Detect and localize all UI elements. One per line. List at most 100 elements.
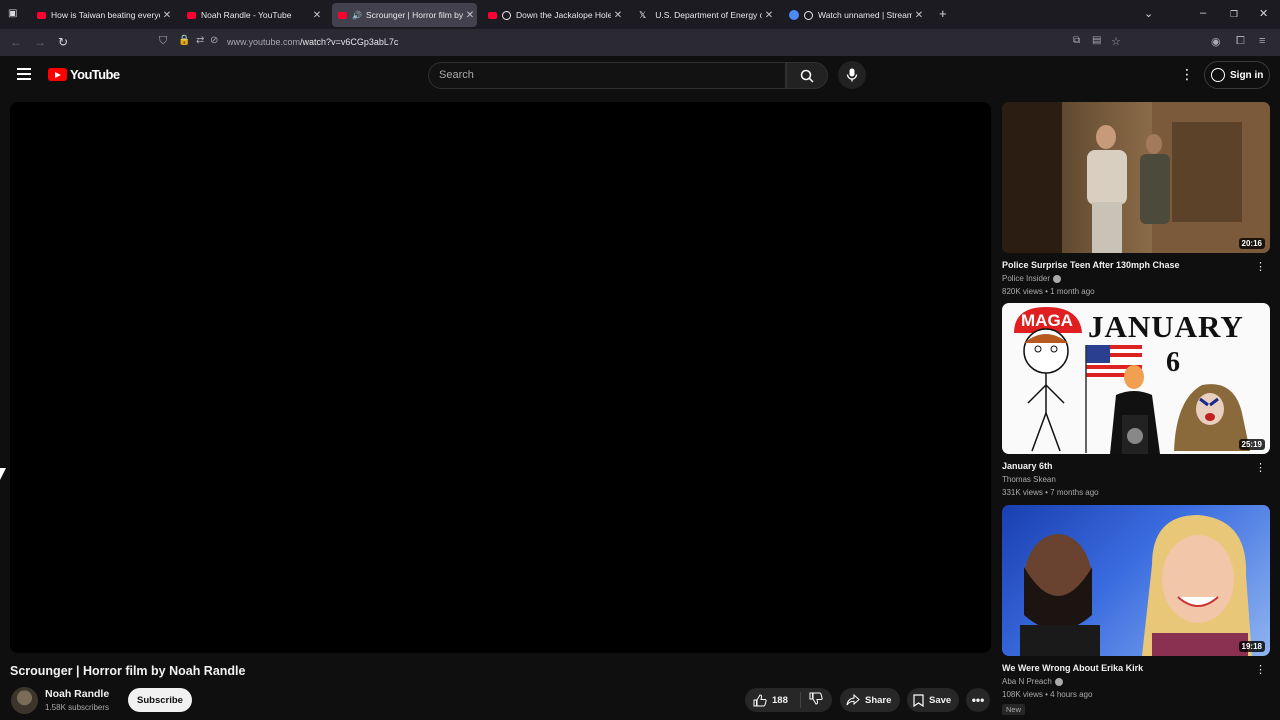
- browser-tab-4[interactable]: Down the Jackalope Hole | ✕: [482, 3, 625, 27]
- like-button[interactable]: 188: [745, 692, 801, 708]
- recommendation-item[interactable]: MAGA JANUARY 6 25:19 January 6th ⋮ Thoma…: [1002, 303, 1270, 497]
- browser-nav-bar: ← → ↻ ⛉ 🔒 ⇄ ⊘ www.youtube.com/watch?v=v6…: [0, 29, 1280, 56]
- rec-menu-kebab-icon[interactable]: ⋮: [1255, 461, 1266, 474]
- lock-icon[interactable]: 🔒: [178, 35, 190, 46]
- settings-kebab-icon[interactable]: ⋮: [1180, 66, 1194, 83]
- url-host: www.youtube.com: [227, 37, 301, 47]
- close-icon[interactable]: ✕: [762, 10, 776, 21]
- video-player[interactable]: [10, 102, 991, 653]
- tab-title: Down the Jackalope Hole |: [516, 10, 611, 20]
- close-icon[interactable]: ✕: [310, 10, 324, 21]
- user-circle-icon: [1211, 68, 1225, 82]
- youtube-icon: [488, 11, 497, 19]
- thumbnail-number: 6: [1166, 347, 1180, 378]
- browser-tab-1[interactable]: How is Taiwan beating everyone ✕: [31, 3, 174, 27]
- sign-in-button[interactable]: Sign in: [1204, 61, 1270, 89]
- recommendation-channel[interactable]: Aba N Preach: [1002, 677, 1052, 686]
- youtube-logo[interactable]: YouTube: [48, 67, 120, 82]
- video-title: Scrounger | Horror film by Noah Randle: [10, 664, 246, 678]
- recommendation-item[interactable]: 20:16 Police Surprise Teen After 130mph …: [1002, 102, 1270, 296]
- rec-menu-kebab-icon[interactable]: ⋮: [1255, 663, 1266, 676]
- permissions-icon[interactable]: ⇄: [196, 35, 204, 46]
- video-thumbnail[interactable]: 19:18: [1002, 505, 1270, 656]
- more-actions-button[interactable]: •••: [966, 688, 990, 712]
- new-badge: New: [1002, 704, 1026, 715]
- close-icon[interactable]: ✕: [463, 10, 477, 21]
- browser-tab-strip: ▣ How is Taiwan beating everyone ✕ Noah …: [0, 0, 1280, 29]
- channel-avatar[interactable]: [11, 687, 38, 714]
- no-tracking-icon[interactable]: ⊘: [210, 35, 218, 46]
- youtube-icon: [338, 11, 347, 19]
- speaker-icon[interactable]: 🔊: [352, 11, 362, 20]
- thumbnail-text: MAGA: [1021, 311, 1073, 330]
- search-button[interactable]: [786, 62, 828, 89]
- forward-icon[interactable]: →: [34, 35, 46, 49]
- sign-in-label: Sign in: [1230, 69, 1264, 81]
- recommendation-meta: 820K views • 1 month ago: [1002, 287, 1095, 296]
- menu-icon[interactable]: ≡: [1259, 35, 1265, 47]
- close-icon[interactable]: ✕: [611, 10, 625, 21]
- minimize-icon[interactable]: –: [1200, 7, 1206, 19]
- recommendation-item[interactable]: 19:18 We Were Wrong About Erika Kirk ⋮ A…: [1002, 505, 1270, 717]
- search-icon: [800, 69, 814, 83]
- chevron-down-icon[interactable]: ⌄: [1144, 7, 1153, 20]
- tab-list-icon[interactable]: ▣: [8, 8, 17, 19]
- browser-tab-5[interactable]: 𝕏 U.S. Department of Energy on X ✕: [633, 3, 776, 27]
- video-thumbnail[interactable]: MAGA JANUARY 6 25:19: [1002, 303, 1270, 454]
- bookmark-star-icon[interactable]: ☆: [1111, 35, 1121, 48]
- tab-title: Scrounger | Horror film by N: [365, 10, 463, 20]
- browser-tab-3-active[interactable]: 🔊 Scrounger | Horror film by N ✕: [332, 3, 477, 27]
- reload-icon[interactable]: ↻: [58, 35, 68, 49]
- channel-name[interactable]: Noah Randle: [45, 688, 109, 700]
- close-icon[interactable]: ✕: [912, 10, 926, 21]
- video-thumbnail[interactable]: 20:16: [1002, 102, 1270, 253]
- account-icon[interactable]: ◉: [1211, 35, 1221, 48]
- verified-icon: [1053, 274, 1062, 283]
- new-tab-icon[interactable]: +: [939, 6, 947, 21]
- tab-title: Watch unnamed | Streamab: [818, 10, 912, 20]
- share-icon: [846, 694, 860, 706]
- logo-text: YouTube: [70, 67, 120, 82]
- tab-title: Noah Randle - YouTube: [201, 10, 292, 20]
- browser-tab-2[interactable]: Noah Randle - YouTube ✕: [181, 3, 324, 27]
- voice-search-button[interactable]: [838, 61, 866, 89]
- save-label: Save: [929, 694, 952, 706]
- url-path: /watch?v=v6CGp3abL7c: [300, 37, 399, 47]
- youtube-header: YouTube Search ⋮ Sign in: [0, 56, 1280, 98]
- recommendation-title[interactable]: We Were Wrong About Erika Kirk: [1002, 663, 1270, 673]
- duration-badge: 20:16: [1238, 238, 1265, 249]
- thumbs-down-icon: [809, 692, 823, 705]
- picture-in-picture-icon[interactable]: ⧉: [1073, 35, 1080, 46]
- duration-badge: 25:19: [1238, 439, 1265, 450]
- dislike-button[interactable]: [801, 692, 828, 708]
- recommendation-meta: 108K views • 4 hours ago: [1002, 690, 1093, 699]
- url-bar[interactable]: www.youtube.com/watch?v=v6CGp3abL7c: [227, 37, 398, 47]
- subscribe-button[interactable]: Subscribe: [128, 688, 192, 712]
- more-horizontal-icon: •••: [971, 693, 985, 707]
- rec-menu-kebab-icon[interactable]: ⋮: [1255, 260, 1266, 273]
- close-icon[interactable]: ✕: [160, 10, 174, 21]
- share-button[interactable]: Share: [840, 688, 900, 712]
- streamable-icon: [789, 10, 799, 20]
- thumbnail-image: [1020, 515, 1252, 656]
- thumbnail-image: [1002, 102, 1270, 253]
- like-count: 188: [772, 694, 788, 706]
- search-input[interactable]: Search: [428, 62, 786, 89]
- circle-icon: [804, 10, 813, 20]
- recommendation-channel[interactable]: Thomas Skean: [1002, 475, 1056, 484]
- browser-tab-6[interactable]: Watch unnamed | Streamab ✕: [783, 3, 926, 27]
- maximize-icon[interactable]: ❐: [1230, 9, 1238, 20]
- recommendation-title[interactable]: January 6th: [1002, 461, 1270, 471]
- back-icon[interactable]: ←: [10, 35, 22, 49]
- save-button[interactable]: Save: [907, 688, 959, 712]
- extensions-icon[interactable]: ⧠: [1236, 35, 1245, 48]
- hamburger-menu-icon[interactable]: [17, 68, 31, 80]
- circle-icon: [502, 10, 511, 20]
- window-close-icon[interactable]: ✕: [1259, 7, 1268, 20]
- reader-view-icon[interactable]: ▤: [1092, 35, 1101, 46]
- shield-icon[interactable]: ⛉: [159, 35, 167, 48]
- microphone-icon: [846, 68, 858, 82]
- mouse-cursor: [0, 468, 6, 480]
- recommendation-title[interactable]: Police Surprise Teen After 130mph Chase: [1002, 260, 1270, 270]
- recommendation-channel[interactable]: Police Insider: [1002, 274, 1050, 283]
